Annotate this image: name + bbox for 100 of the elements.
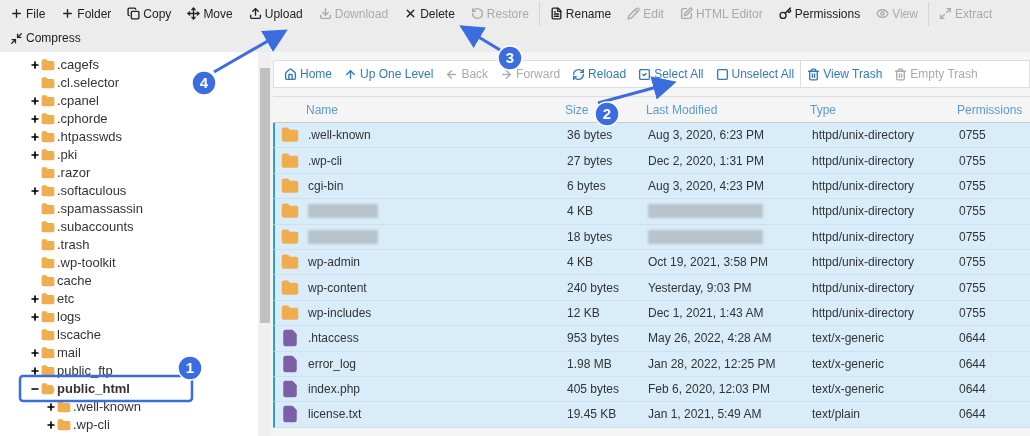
folder-name[interactable]: .wp-toolkit: [57, 253, 116, 273]
folder-name[interactable]: .cpanel: [57, 91, 99, 111]
folder-icon: [281, 202, 299, 221]
expand-icon[interactable]: [46, 402, 56, 412]
permissions: 0755: [959, 229, 986, 244]
folder-name[interactable]: .pki: [57, 145, 78, 165]
folder-icon: [41, 346, 55, 360]
toolbar-button[interactable]: Delete: [396, 1, 463, 26]
folder-name[interactable]: .subaccounts: [57, 217, 134, 237]
expand-icon[interactable]: [46, 420, 56, 430]
folder-name[interactable]: mail: [57, 343, 81, 363]
expand-icon[interactable]: [30, 114, 40, 124]
expand-icon[interactable]: [30, 348, 40, 358]
file-row[interactable]: .wp-cli 27 bytes Dec 2, 2020, 1:31 PM httpd/unix-directory 0755: [273, 148, 1030, 174]
folder-name[interactable]: cache: [57, 271, 92, 291]
folder-icon: [41, 202, 55, 216]
expand-icon[interactable]: [30, 132, 40, 142]
expand-icon[interactable]: [30, 96, 40, 106]
toolbar-button[interactable]: Folder: [53, 1, 120, 26]
file-row[interactable]: error_log 1.98 MB Jan 28, 2022, 12:25 PM text/x-generic 0644: [273, 351, 1030, 377]
modified-date: Dec 2, 2020, 1:31 PM: [648, 153, 765, 168]
file-row[interactable]: .htaccess 953 bytes May 26, 2022, 4:28 AM text/x-generic 0644: [273, 326, 1030, 352]
right-arrow-icon: [500, 67, 514, 81]
file-type: httpd/unix-directory: [812, 229, 915, 244]
modified-date: Aug 3, 2020, 4:23 PM: [648, 178, 765, 193]
checkbox-icon: [638, 67, 652, 81]
toolbar-button[interactable]: Permissions: [770, 1, 869, 26]
file-size: 12 KB: [567, 305, 600, 320]
folder-name[interactable]: public_html: [57, 379, 130, 399]
file-size: 18 bytes: [567, 229, 613, 244]
file-size: 6 bytes: [567, 178, 606, 193]
file-row[interactable]: license.txt 19.45 KB Jan 1, 2021, 5:49 AM text/plain 0644: [273, 402, 1030, 428]
file-type: httpd/unix-directory: [812, 153, 915, 168]
file-icon: [281, 354, 299, 373]
modified-date: Aug 3, 2020, 6:23 PM: [648, 128, 765, 143]
permissions: 0755: [959, 204, 986, 219]
nav-button[interactable]: Up One Level: [338, 65, 440, 83]
file-size: 405 bytes: [567, 382, 620, 397]
toolbar-button[interactable]: Upload: [240, 1, 311, 26]
empty-checkbox-icon: [715, 67, 729, 81]
nav-button[interactable]: Select All: [632, 65, 710, 83]
file-row[interactable]: 18 bytes httpd/unix-directory 0755: [273, 224, 1030, 250]
nav-button[interactable]: Unselect All: [709, 65, 801, 83]
expand-icon[interactable]: [30, 60, 40, 70]
toolbar-button[interactable]: Rename: [541, 1, 620, 26]
file-type: httpd/unix-directory: [812, 280, 915, 295]
folder-icon: [281, 126, 299, 145]
folder-name[interactable]: .cagefs: [57, 55, 99, 75]
folder-icon: [41, 220, 55, 234]
expand-icon[interactable]: [30, 312, 40, 322]
file-type: text/x-generic: [812, 331, 885, 346]
folder-name[interactable]: .cphorde: [57, 109, 108, 129]
permissions: 0755: [959, 305, 986, 320]
file-row[interactable]: cgi-bin 6 bytes Aug 3, 2020, 4:23 PM httpd/unix-directory 0755: [273, 173, 1030, 200]
folder-icon: [41, 328, 55, 342]
folder-name[interactable]: .wp-cli: [73, 415, 110, 435]
file-row[interactable]: 4 KB httpd/unix-directory 0755: [273, 199, 1030, 225]
expand-icon[interactable]: [30, 186, 40, 196]
toolbar-button[interactable]: Move: [179, 1, 241, 26]
folder-icon: [57, 418, 71, 432]
folder-name[interactable]: lscache: [57, 325, 102, 345]
folder-name[interactable]: .cl.selector: [57, 73, 120, 93]
file-row[interactable]: wp-content 240 bytes Yesterday, 9:03 PM httpd/unix-directory 0755: [273, 275, 1030, 301]
expand-icon[interactable]: [30, 294, 40, 304]
file-row[interactable]: index.php 405 bytes Feb 6, 2020, 12:03 PM text/x-generic 0644: [273, 376, 1030, 403]
file-row[interactable]: wp-admin 4 KB Oct 19, 2021, 3:58 PM httpd/unix-directory 0755: [273, 249, 1030, 276]
nav-button[interactable]: Home: [278, 65, 338, 83]
toolbar-button[interactable]: File: [2, 1, 54, 26]
folder-name[interactable]: .softaculous: [57, 181, 127, 201]
folder-name[interactable]: .trash: [57, 235, 90, 255]
folder-name[interactable]: .htpasswds: [57, 127, 123, 147]
toolbar-button[interactable]: Copy: [119, 1, 180, 26]
home-icon: [284, 67, 297, 81]
file-icon: [281, 329, 299, 348]
folder-name[interactable]: etc: [57, 289, 75, 309]
folder-name[interactable]: logs: [57, 307, 81, 327]
file-type: httpd/unix-directory: [812, 204, 915, 219]
file-name: wp-admin: [308, 255, 361, 270]
file-row[interactable]: .well-known 36 bytes Aug 3, 2020, 6:23 PM httpd/unix-directory 0755: [273, 123, 1030, 149]
folder-icon: [41, 112, 55, 126]
folder-icon: [41, 76, 55, 90]
nav-button[interactable]: Reload: [566, 65, 633, 83]
folder-name[interactable]: .razor: [57, 163, 91, 183]
expand-arrows-icon: [938, 7, 952, 20]
folder-icon: [41, 184, 55, 198]
trash-icon: [807, 67, 821, 81]
expand-icon[interactable]: [30, 366, 40, 376]
nav-button[interactable]: View Trash: [801, 65, 889, 83]
folder-icon: [281, 253, 299, 272]
toolbar-button[interactable]: Compress: [2, 26, 89, 50]
folder-name[interactable]: public_ftp: [57, 361, 113, 381]
file-row[interactable]: wp-includes 12 KB Dec 1, 2021, 1:43 AM httpd/unix-directory 0755: [273, 300, 1030, 327]
folder-name[interactable]: .spamassassin: [57, 199, 143, 219]
modified-date: Feb 6, 2020, 12:03 PM: [648, 382, 771, 397]
file-type: text/x-generic: [812, 356, 885, 371]
file-name: .wp-cli: [308, 153, 342, 168]
folder-name[interactable]: .well-known: [73, 397, 141, 417]
file-type: httpd/unix-directory: [812, 178, 915, 193]
file-size: 953 bytes: [567, 331, 620, 346]
expand-icon[interactable]: [30, 150, 40, 160]
